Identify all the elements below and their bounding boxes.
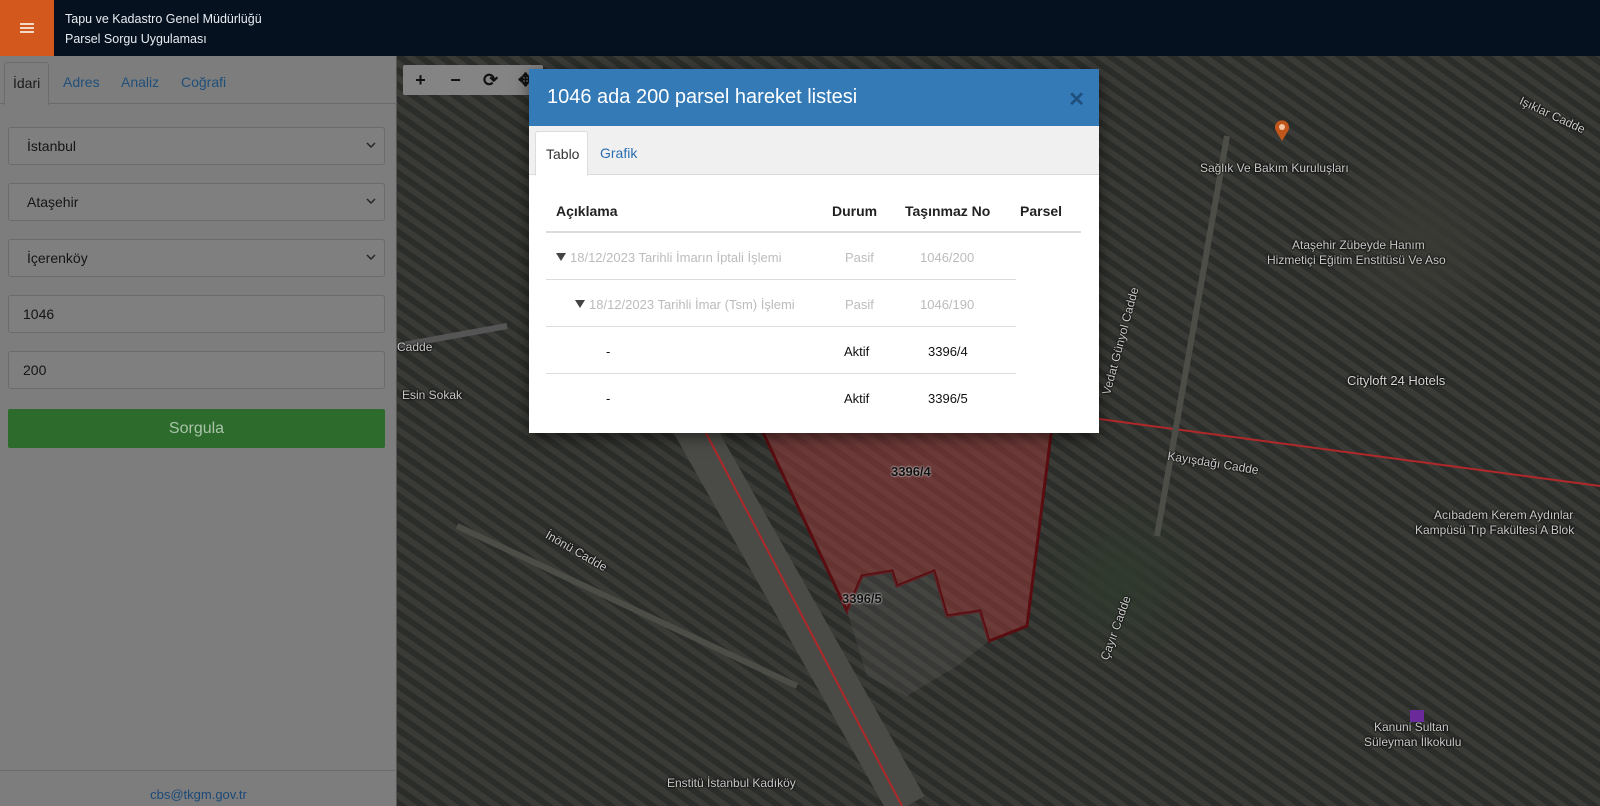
modal-title: 1046 ada 200 parsel hareket listesi	[547, 86, 858, 108]
expand-triangle-icon[interactable]	[556, 253, 566, 261]
chevron-down-icon	[366, 198, 376, 204]
sidebar-tabs: İdari Adres Analiz Coğrafi	[0, 56, 397, 105]
table-row[interactable]: - Aktif 3396/4	[546, 327, 1016, 374]
close-icon[interactable]: ✕	[1068, 87, 1085, 112]
health-poi-icon[interactable]	[1274, 119, 1290, 141]
chevron-down-icon	[366, 142, 376, 148]
menu-button[interactable]	[0, 0, 54, 56]
app-title-line1: Tapu ve Kadastro Genel Müdürlüğü	[65, 12, 262, 26]
col-parsel: Parsel	[1020, 203, 1063, 219]
table-row[interactable]: - Aktif 3396/5	[546, 374, 1016, 421]
map-label-atasehir2: Hizmetiçi Eğitim Enstitüsü Ve Aso	[1267, 253, 1446, 267]
row-aciklama: 18/12/2023 Tarihli İmar (Tsm) İşlemi	[589, 297, 795, 312]
expand-triangle-icon[interactable]	[575, 300, 585, 308]
row-tasinmaz-no: 1046/200	[920, 250, 975, 265]
parcel-label-3396-5[interactable]: 3396/5	[842, 591, 882, 606]
tab-adres[interactable]: Adres	[63, 74, 100, 90]
zoom-out-button[interactable]: −	[438, 70, 473, 91]
app-title-line2: Parsel Sorgu Uygulaması	[65, 32, 207, 46]
tab-idari[interactable]: İdari	[4, 62, 49, 105]
top-header: Tapu ve Kadastro Genel Müdürlüğü Parsel …	[0, 0, 1600, 56]
map-toolbar: + − ⟳ ✥	[403, 65, 543, 95]
sidebar-footer: cbs@tkgm.gov.tr	[0, 770, 397, 806]
row-tasinmaz-no: 1046/190	[920, 297, 975, 312]
map-label-saglik: Sağlık Ve Bakım Kuruluşları	[1200, 161, 1349, 175]
app-title: Tapu ve Kadastro Genel Müdürlüğü Parsel …	[65, 9, 262, 49]
col-aciklama: Açıklama	[556, 203, 618, 219]
row-aciklama: -	[606, 344, 611, 359]
school-poi-icon[interactable]	[1409, 706, 1425, 728]
row-tasinmaz-no: 3396/5	[928, 391, 968, 406]
col-tasinmaz-no: Taşınmaz No	[905, 203, 991, 219]
row-durum: Aktif	[844, 391, 870, 406]
tab-analiz[interactable]: Analiz	[121, 74, 159, 90]
parcel-label-3396-4[interactable]: 3396/4	[891, 464, 931, 479]
il-select-value: İstanbul	[27, 138, 77, 154]
refresh-button[interactable]: ⟳	[473, 70, 508, 91]
sidebar: İdari Adres Analiz Coğrafi İstanbul Ataş…	[0, 56, 397, 806]
sorgula-button[interactable]: Sorgula	[8, 409, 385, 448]
footer-email-link[interactable]: cbs@tkgm.gov.tr	[150, 787, 247, 802]
map-label-atasehir1: Ataşehir Zübeyde Hanım	[1292, 238, 1425, 252]
modal-header: 1046 ada 200 parsel hareket listesi ✕	[529, 69, 1099, 126]
il-select[interactable]: İstanbul	[8, 127, 385, 165]
map-label-acibadem1: Acıbadem Kerem Aydınlar	[1434, 508, 1574, 522]
row-durum: Pasif	[845, 297, 874, 312]
col-durum: Durum	[832, 203, 878, 219]
tab-grafik[interactable]: Grafik	[600, 145, 637, 161]
parsel-input[interactable]: 200	[8, 351, 385, 389]
table-row[interactable]: 18/12/2023 Tarihli İmar (Tsm) İşlemi Pas…	[546, 280, 1016, 327]
row-aciklama: 18/12/2023 Tarihli İmarın İptali İşlemi	[570, 250, 782, 265]
hamburger-icon	[20, 23, 34, 33]
mahalle-select-value: İçerenköy	[27, 250, 88, 266]
row-aciklama: -	[606, 391, 611, 406]
modal-tabs: Tablo Grafik	[529, 126, 1099, 176]
row-tasinmaz-no: 3396/4	[928, 344, 968, 359]
mahalle-select[interactable]: İçerenköy	[8, 239, 385, 277]
ilce-select-value: Ataşehir	[27, 194, 79, 210]
row-durum: Pasif	[845, 250, 874, 265]
tab-tablo[interactable]: Tablo	[535, 131, 588, 176]
map-label-cadde: Cadde	[397, 340, 433, 354]
chevron-down-icon	[366, 254, 376, 260]
ada-input[interactable]: 1046	[8, 295, 385, 333]
map-label-kanuni2: Süleyman İlkokulu	[1364, 735, 1462, 749]
row-durum: Aktif	[844, 344, 870, 359]
ilce-select[interactable]: Ataşehir	[8, 183, 385, 221]
tab-cografi[interactable]: Coğrafi	[181, 74, 226, 90]
map-label-enstitu: Enstitü İstanbul Kadıköy	[667, 776, 796, 790]
hareket-listesi-modal: 1046 ada 200 parsel hareket listesi ✕ Ta…	[529, 69, 1099, 433]
zoom-in-button[interactable]: +	[403, 70, 438, 91]
map-label-cityloft: Cityloft 24 Hotels	[1347, 373, 1446, 388]
map-label-acibadem2: Kampüsü Tıp Fakültesi A Blok	[1415, 523, 1575, 537]
map-label-esin: Esin Sokak	[402, 388, 463, 402]
table-row[interactable]: 18/12/2023 Tarihli İmarın İptali İşlemi …	[546, 233, 1016, 280]
